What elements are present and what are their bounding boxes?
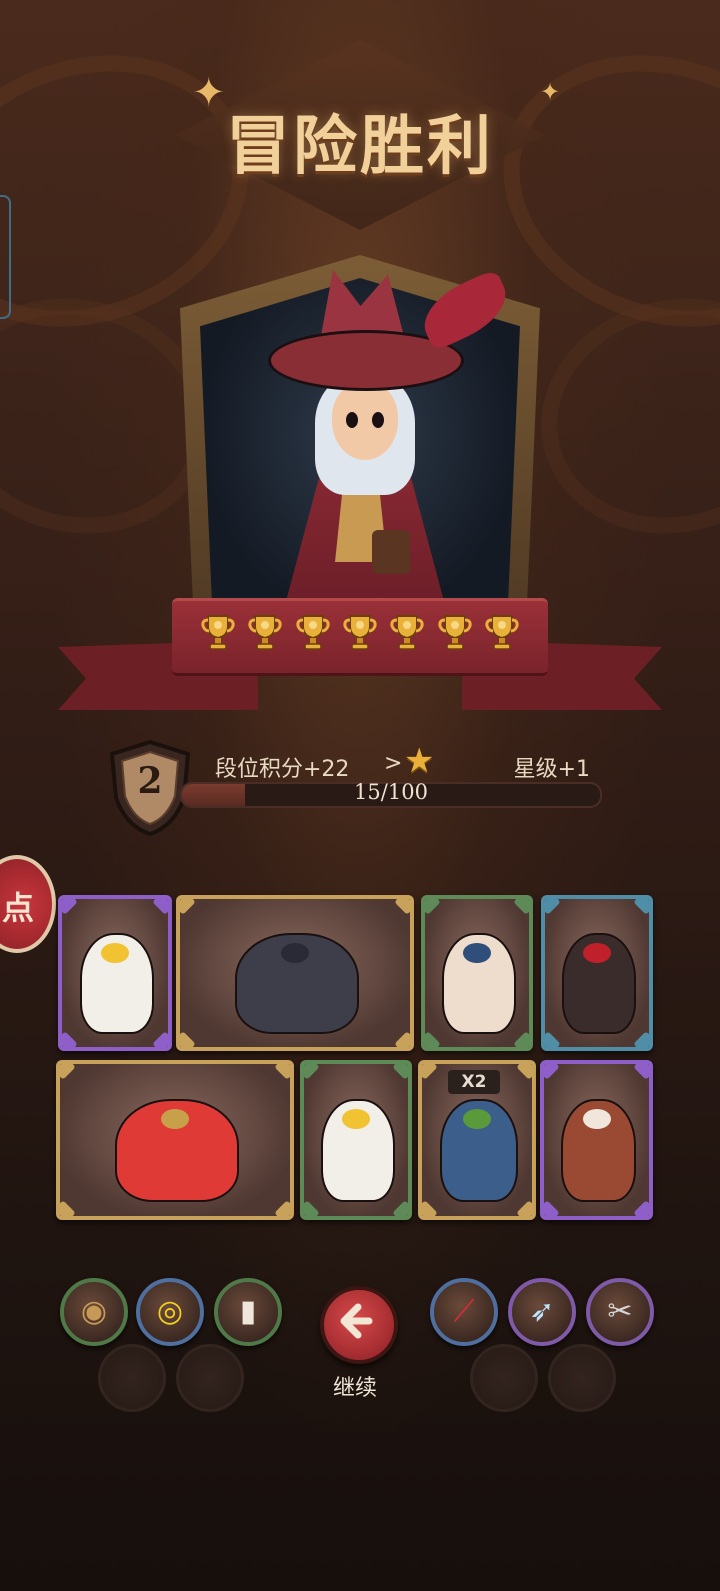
playing-cards-icon: ▮ bbox=[239, 1294, 257, 1329]
trophy-row bbox=[200, 612, 520, 656]
eye-vortex-icon: ◎ bbox=[156, 1294, 184, 1329]
octopus-drummer-accent bbox=[161, 1108, 189, 1129]
blade-slash-icon: ➶ bbox=[529, 1294, 555, 1329]
raccoon-wizard-accent bbox=[281, 942, 309, 963]
trophy-icon bbox=[247, 612, 283, 652]
trophy-icon bbox=[389, 612, 425, 652]
page-title: 冒险胜利 bbox=[226, 109, 494, 184]
playing-cards-skill-button[interactable]: ▮ bbox=[214, 1278, 282, 1346]
rank-points-label: 段位积分+22 bbox=[215, 757, 350, 782]
continue-label[interactable]: 继续 bbox=[0, 1370, 710, 1402]
trophy-icon bbox=[484, 612, 520, 652]
hero-card-white-cockatoo[interactable] bbox=[58, 895, 172, 1051]
rank-progress-text: 15/100 bbox=[354, 780, 428, 804]
arrow-left-icon bbox=[340, 1303, 373, 1339]
card-count-badge: X2 bbox=[448, 1070, 500, 1094]
trophy-icon bbox=[342, 612, 378, 652]
trophy-icon bbox=[200, 612, 236, 652]
star-level-label: 星级+1 bbox=[513, 757, 590, 782]
pliers-icon: ✂ bbox=[607, 1294, 633, 1329]
eye-vortex-skill-button[interactable]: ◎ bbox=[136, 1278, 204, 1346]
dark-werewolf-accent bbox=[583, 942, 611, 963]
white-cockatoo-accent bbox=[342, 1108, 370, 1129]
star-icon: ★ bbox=[404, 741, 435, 781]
side-float-button-label[interactable]: 点 bbox=[2, 883, 34, 929]
frog-samurai-accent bbox=[463, 1108, 491, 1129]
hero-eye bbox=[372, 412, 384, 428]
continue-button[interactable] bbox=[320, 1286, 398, 1364]
hero-card-dark-werewolf[interactable] bbox=[541, 895, 653, 1051]
rabbit-scarecrow-accent bbox=[463, 942, 491, 963]
hero-face bbox=[332, 382, 398, 460]
red-claw-icon: ⟋ bbox=[453, 1294, 475, 1329]
screen-edge-indicator bbox=[0, 195, 11, 319]
hero-satchel bbox=[372, 530, 410, 574]
blade-slash-skill-button[interactable]: ➶ bbox=[508, 1278, 576, 1346]
fox-bard-accent bbox=[582, 1108, 611, 1129]
hero-card-raccoon-wizard[interactable] bbox=[176, 895, 414, 1051]
rock-pile-skill-button[interactable]: ◉ bbox=[60, 1278, 128, 1346]
red-claw-skill-button[interactable]: ⟋ bbox=[430, 1278, 498, 1346]
rank-arrow: > bbox=[384, 751, 403, 776]
trophy-icon bbox=[295, 612, 331, 652]
hero-card-octopus-drummer[interactable] bbox=[56, 1060, 294, 1220]
white-cockatoo-accent bbox=[101, 942, 129, 963]
trophy-icon bbox=[437, 612, 473, 652]
hero-card-white-cockatoo[interactable] bbox=[300, 1060, 412, 1220]
rock-pile-icon: ◉ bbox=[80, 1294, 108, 1329]
hero-card-fox-bard[interactable] bbox=[540, 1060, 653, 1220]
hero-card-rabbit-scarecrow[interactable] bbox=[421, 895, 533, 1051]
hero-eye bbox=[346, 412, 358, 428]
pliers-skill-button[interactable]: ✂ bbox=[586, 1278, 654, 1346]
